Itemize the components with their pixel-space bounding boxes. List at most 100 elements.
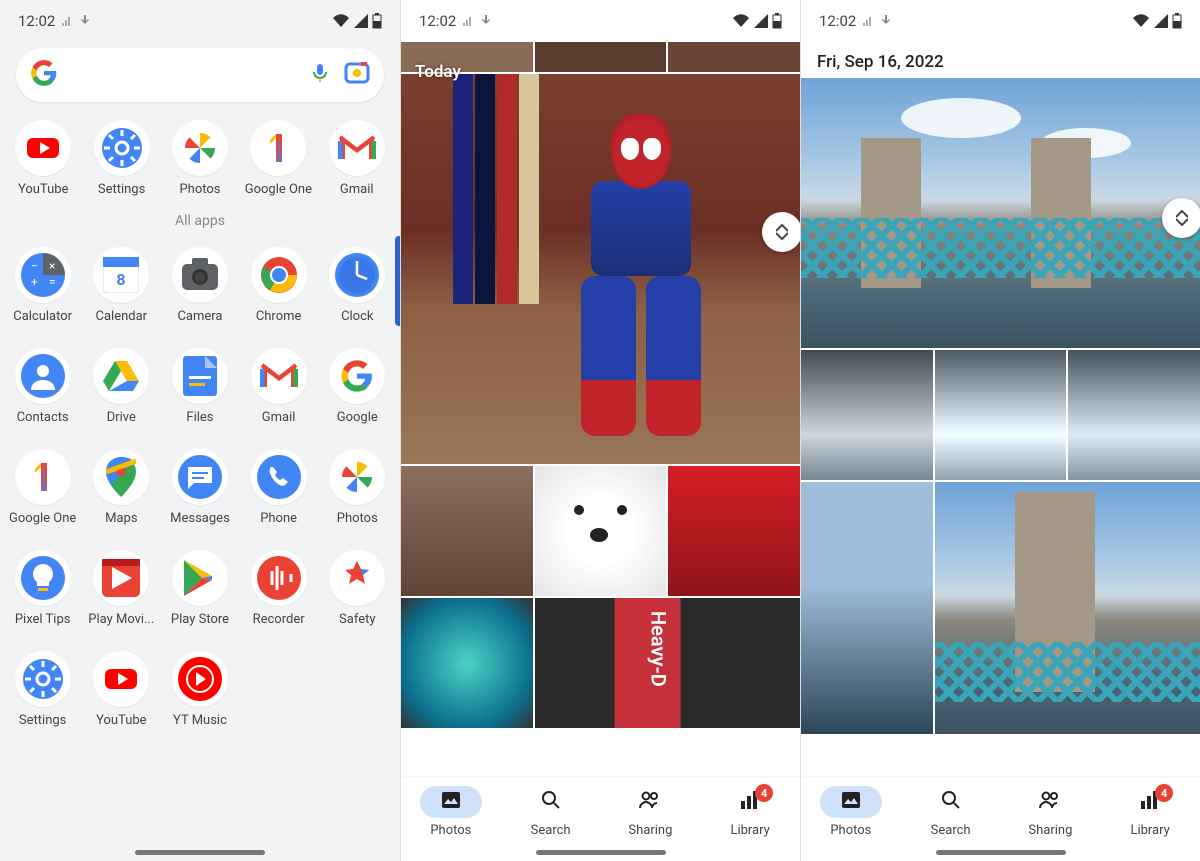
- gesture-bar[interactable]: [936, 850, 1066, 855]
- library-badge: 4: [755, 784, 773, 802]
- app-contacts[interactable]: Contacts: [5, 348, 81, 425]
- photo-icon: [840, 789, 862, 815]
- google-one-icon: [15, 449, 71, 505]
- nav-search[interactable]: Search: [920, 786, 982, 838]
- play-movies-icon: [93, 550, 149, 606]
- photo-thumb[interactable]: [935, 482, 1200, 734]
- signal-small-icon: [61, 15, 73, 27]
- app-photos[interactable]: Photos: [162, 120, 238, 197]
- nav-search[interactable]: Search: [520, 786, 582, 838]
- app-play-movies[interactable]: Play Movi...: [83, 550, 159, 627]
- nav-library[interactable]: 4 Library: [719, 786, 781, 838]
- photo-thumb[interactable]: [1068, 350, 1200, 480]
- app-safety[interactable]: Safety: [319, 550, 395, 627]
- app-label: YouTube: [96, 713, 147, 728]
- app-chrome[interactable]: Chrome: [241, 247, 317, 324]
- app-yt-music[interactable]: YT Music: [162, 651, 238, 728]
- photo-thumb[interactable]: Heavy-D: [535, 598, 800, 728]
- app-messages[interactable]: Messages: [162, 449, 238, 526]
- signal-icon: [754, 14, 768, 28]
- nav-sharing[interactable]: Sharing: [619, 786, 681, 838]
- app-label: Phone: [260, 511, 297, 526]
- app-youtube[interactable]: YouTube: [83, 651, 159, 728]
- svg-text:+: +: [31, 275, 38, 289]
- files-icon: [172, 348, 228, 404]
- nav-sharing[interactable]: Sharing: [1019, 786, 1081, 838]
- gmail-icon: [329, 120, 385, 176]
- app-label: Calculator: [13, 309, 72, 324]
- clock-icon: [329, 247, 385, 303]
- gesture-bar[interactable]: [536, 850, 666, 855]
- app-files[interactable]: Files: [162, 348, 238, 425]
- app-label: Photos: [179, 182, 220, 197]
- app-gmail[interactable]: Gmail: [319, 120, 395, 197]
- app-camera[interactable]: Camera: [162, 247, 238, 324]
- download-icon: [880, 15, 892, 27]
- photo-thumb[interactable]: [401, 466, 533, 596]
- app-settings[interactable]: Settings: [5, 651, 81, 728]
- app-gmail[interactable]: Gmail: [241, 348, 317, 425]
- app-photos[interactable]: Photos: [319, 449, 395, 526]
- search-bar[interactable]: [16, 48, 384, 102]
- app-maps[interactable]: Maps: [83, 449, 159, 526]
- photo-thumb[interactable]: [535, 466, 667, 596]
- app-google-one[interactable]: Google One: [240, 120, 316, 197]
- app-google-one[interactable]: Google One: [5, 449, 81, 526]
- date-header: Today: [415, 62, 461, 82]
- app-label: Camera: [177, 309, 222, 324]
- wifi-icon: [332, 14, 350, 28]
- library-badge: 4: [1155, 784, 1173, 802]
- app-drive[interactable]: Drive: [83, 348, 159, 425]
- app-label: Google One: [245, 182, 312, 197]
- lens-icon[interactable]: [344, 60, 370, 90]
- mic-icon[interactable]: [308, 61, 332, 89]
- app-youtube[interactable]: YouTube: [5, 120, 81, 197]
- app-pixel-tips[interactable]: Pixel Tips: [5, 550, 81, 627]
- photos-pane-today: 12:02 Today: [400, 0, 800, 861]
- recorder-icon: [251, 550, 307, 606]
- nav-photos[interactable]: Photos: [420, 786, 482, 838]
- phone-icon: [251, 449, 307, 505]
- drive-icon: [93, 348, 149, 404]
- fast-scroll-handle[interactable]: [1162, 198, 1200, 238]
- app-label: Google One: [9, 511, 76, 526]
- app-label: Photos: [337, 511, 378, 526]
- google-g-icon: [30, 59, 58, 91]
- svg-text:=: =: [49, 275, 56, 289]
- photo-thumb[interactable]: [668, 466, 800, 596]
- app-label: Settings: [19, 713, 66, 728]
- signal-small-icon: [462, 15, 474, 27]
- gesture-bar[interactable]: [135, 850, 265, 855]
- app-label: Chrome: [256, 309, 302, 324]
- status-bar: 12:02: [801, 0, 1200, 42]
- camera-icon: [172, 247, 228, 303]
- app-settings[interactable]: Settings: [84, 120, 160, 197]
- app-phone[interactable]: Phone: [241, 449, 317, 526]
- nav-library[interactable]: 4 Library: [1119, 786, 1181, 838]
- fast-scroll-handle[interactable]: [762, 212, 800, 252]
- signal-icon: [1154, 14, 1168, 28]
- photo-large[interactable]: [801, 78, 1200, 348]
- app-label: Files: [186, 410, 213, 425]
- people-icon: [638, 789, 662, 815]
- photo-thumb[interactable]: [935, 350, 1067, 480]
- photos-icon: [329, 449, 385, 505]
- app-calendar[interactable]: 8Calendar: [83, 247, 159, 324]
- app-clock[interactable]: Clock: [319, 247, 395, 324]
- status-time: 12:02: [419, 12, 456, 30]
- nav-photos[interactable]: Photos: [820, 786, 882, 838]
- download-icon: [480, 15, 492, 27]
- app-recorder[interactable]: Recorder: [241, 550, 317, 627]
- photo-large[interactable]: [401, 74, 800, 464]
- people-icon: [1038, 789, 1062, 815]
- app-play-store[interactable]: Play Store: [162, 550, 238, 627]
- yt-music-icon: [172, 651, 228, 707]
- photo-thumb[interactable]: [401, 598, 533, 728]
- app-google[interactable]: Google: [319, 348, 395, 425]
- app-label: Clock: [341, 309, 373, 324]
- status-time: 12:02: [18, 12, 55, 30]
- photo-thumb[interactable]: [801, 350, 933, 480]
- app-calculator[interactable]: −×+=Calculator: [5, 247, 81, 324]
- maps-icon: [93, 449, 149, 505]
- photo-thumb[interactable]: [801, 482, 933, 734]
